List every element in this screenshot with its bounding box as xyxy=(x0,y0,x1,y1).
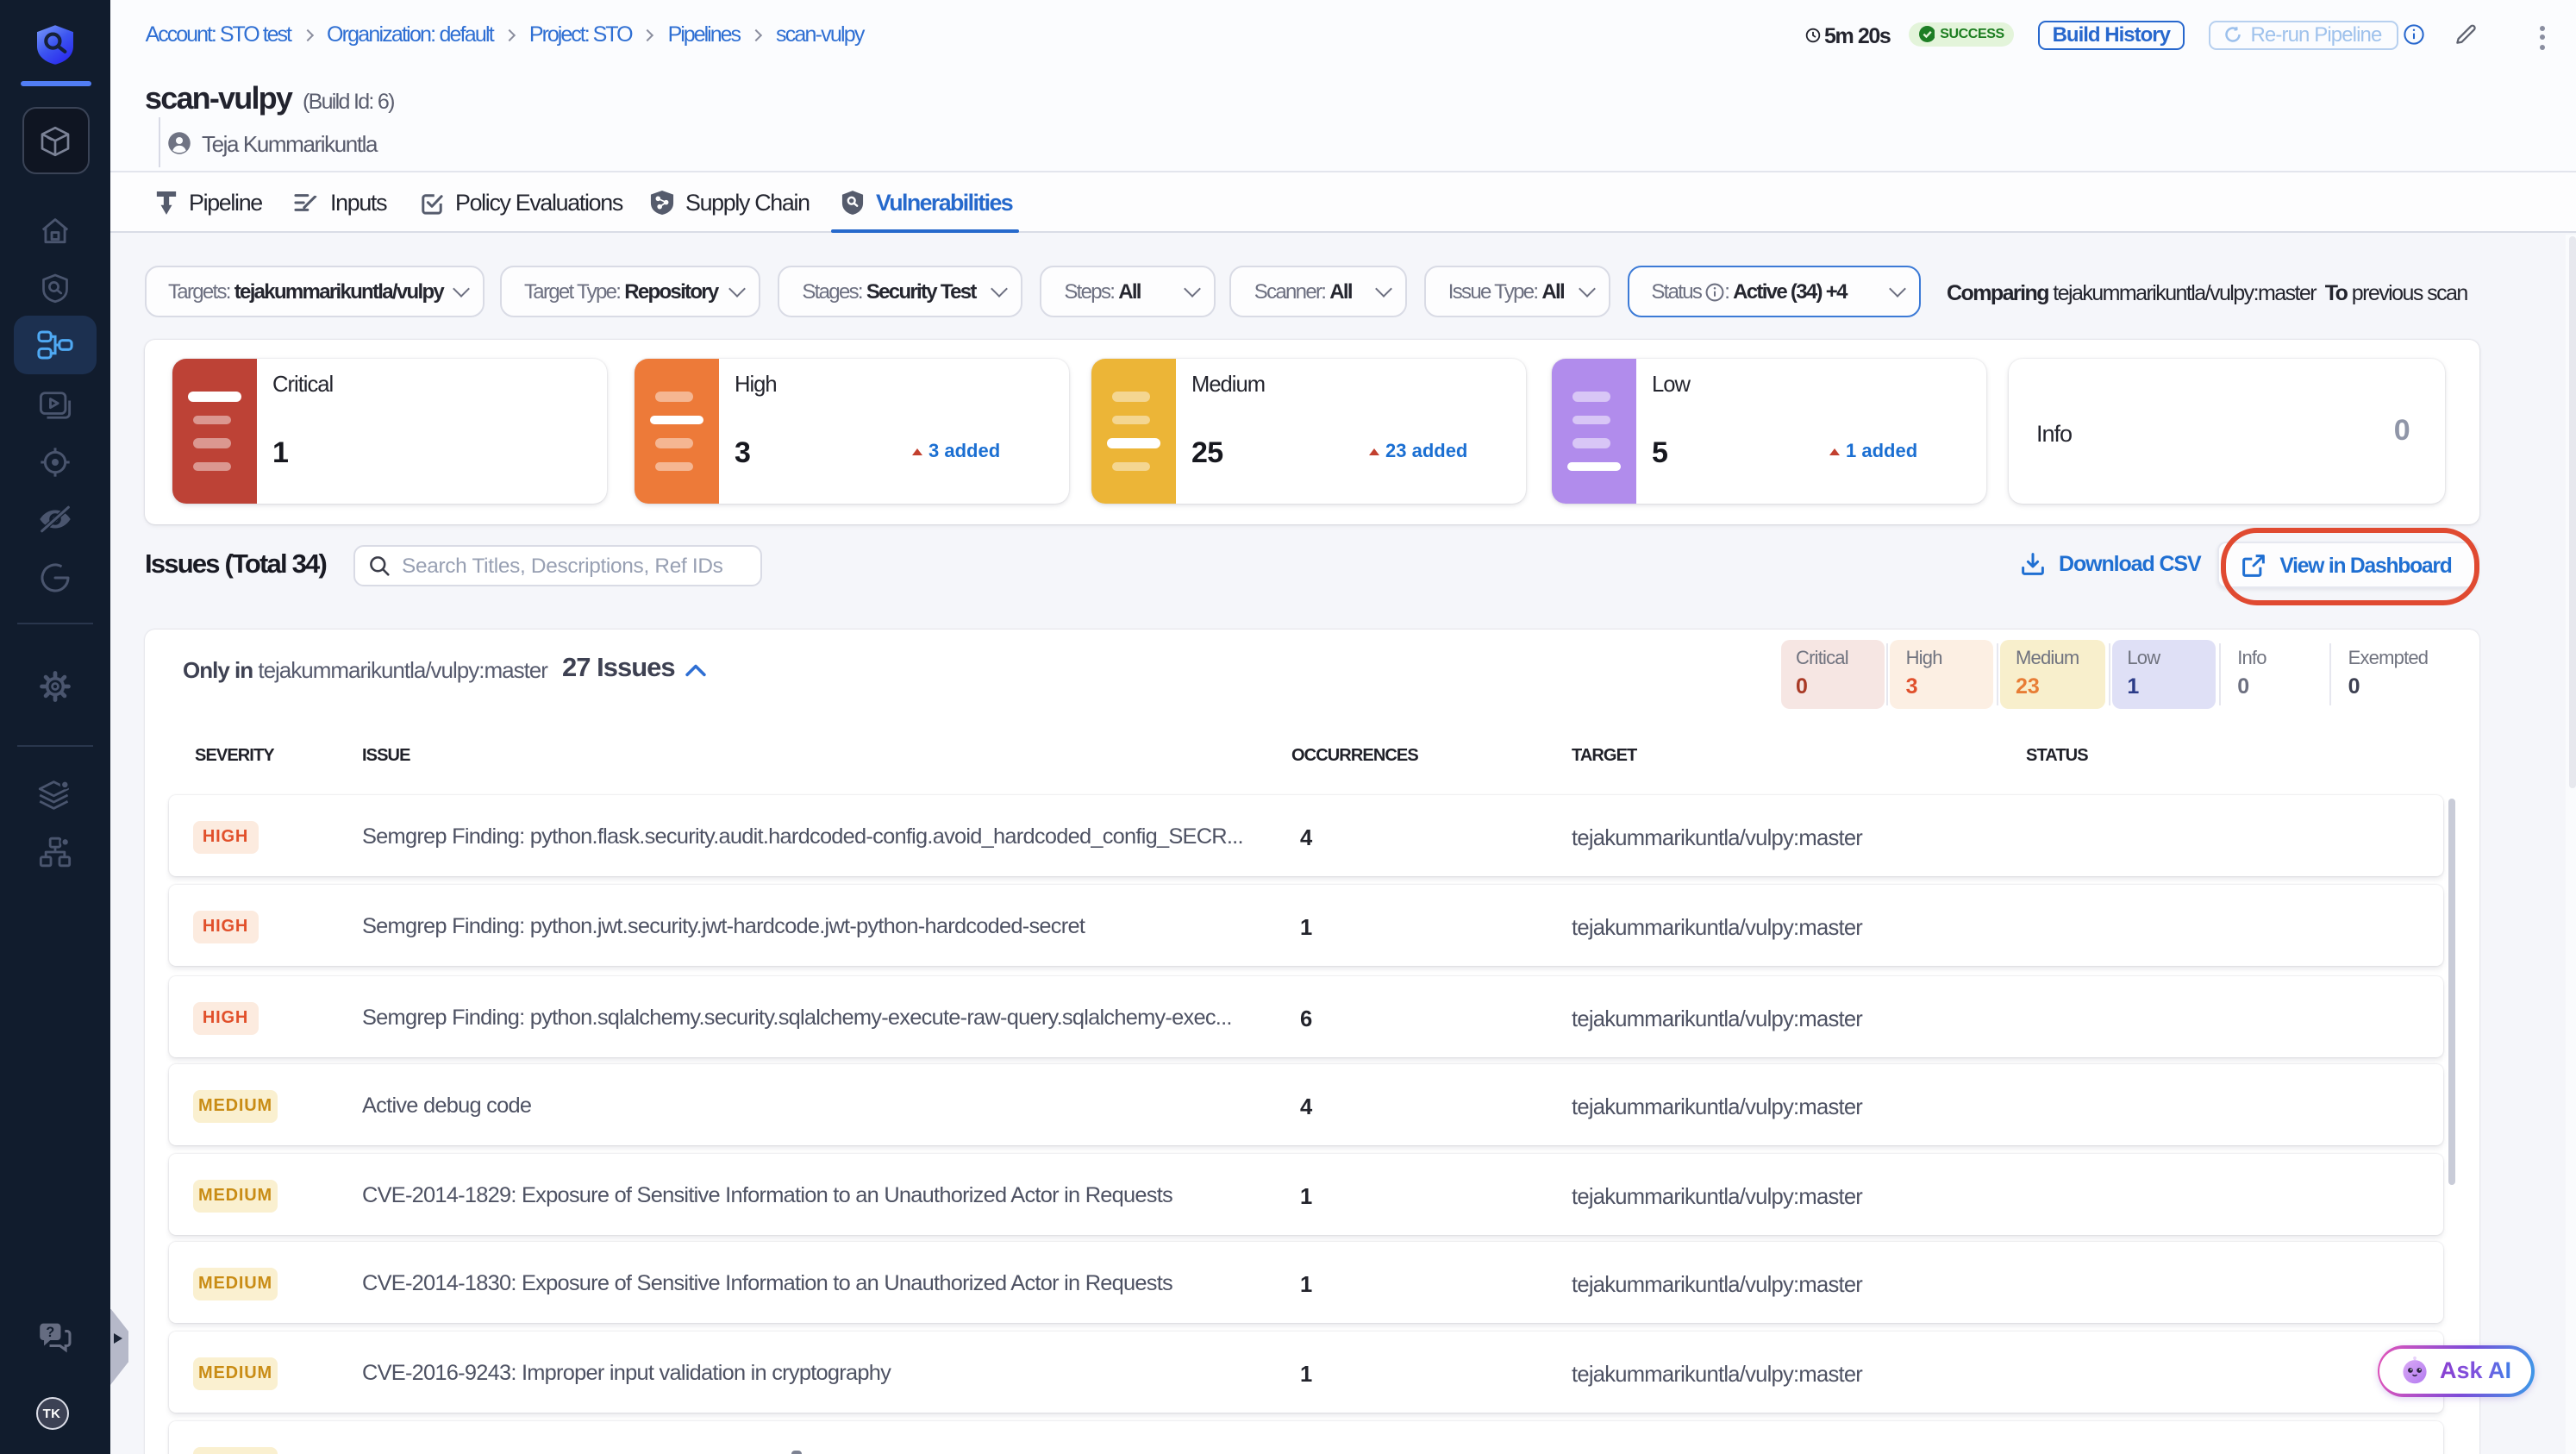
svg-text:?: ? xyxy=(46,1325,54,1340)
